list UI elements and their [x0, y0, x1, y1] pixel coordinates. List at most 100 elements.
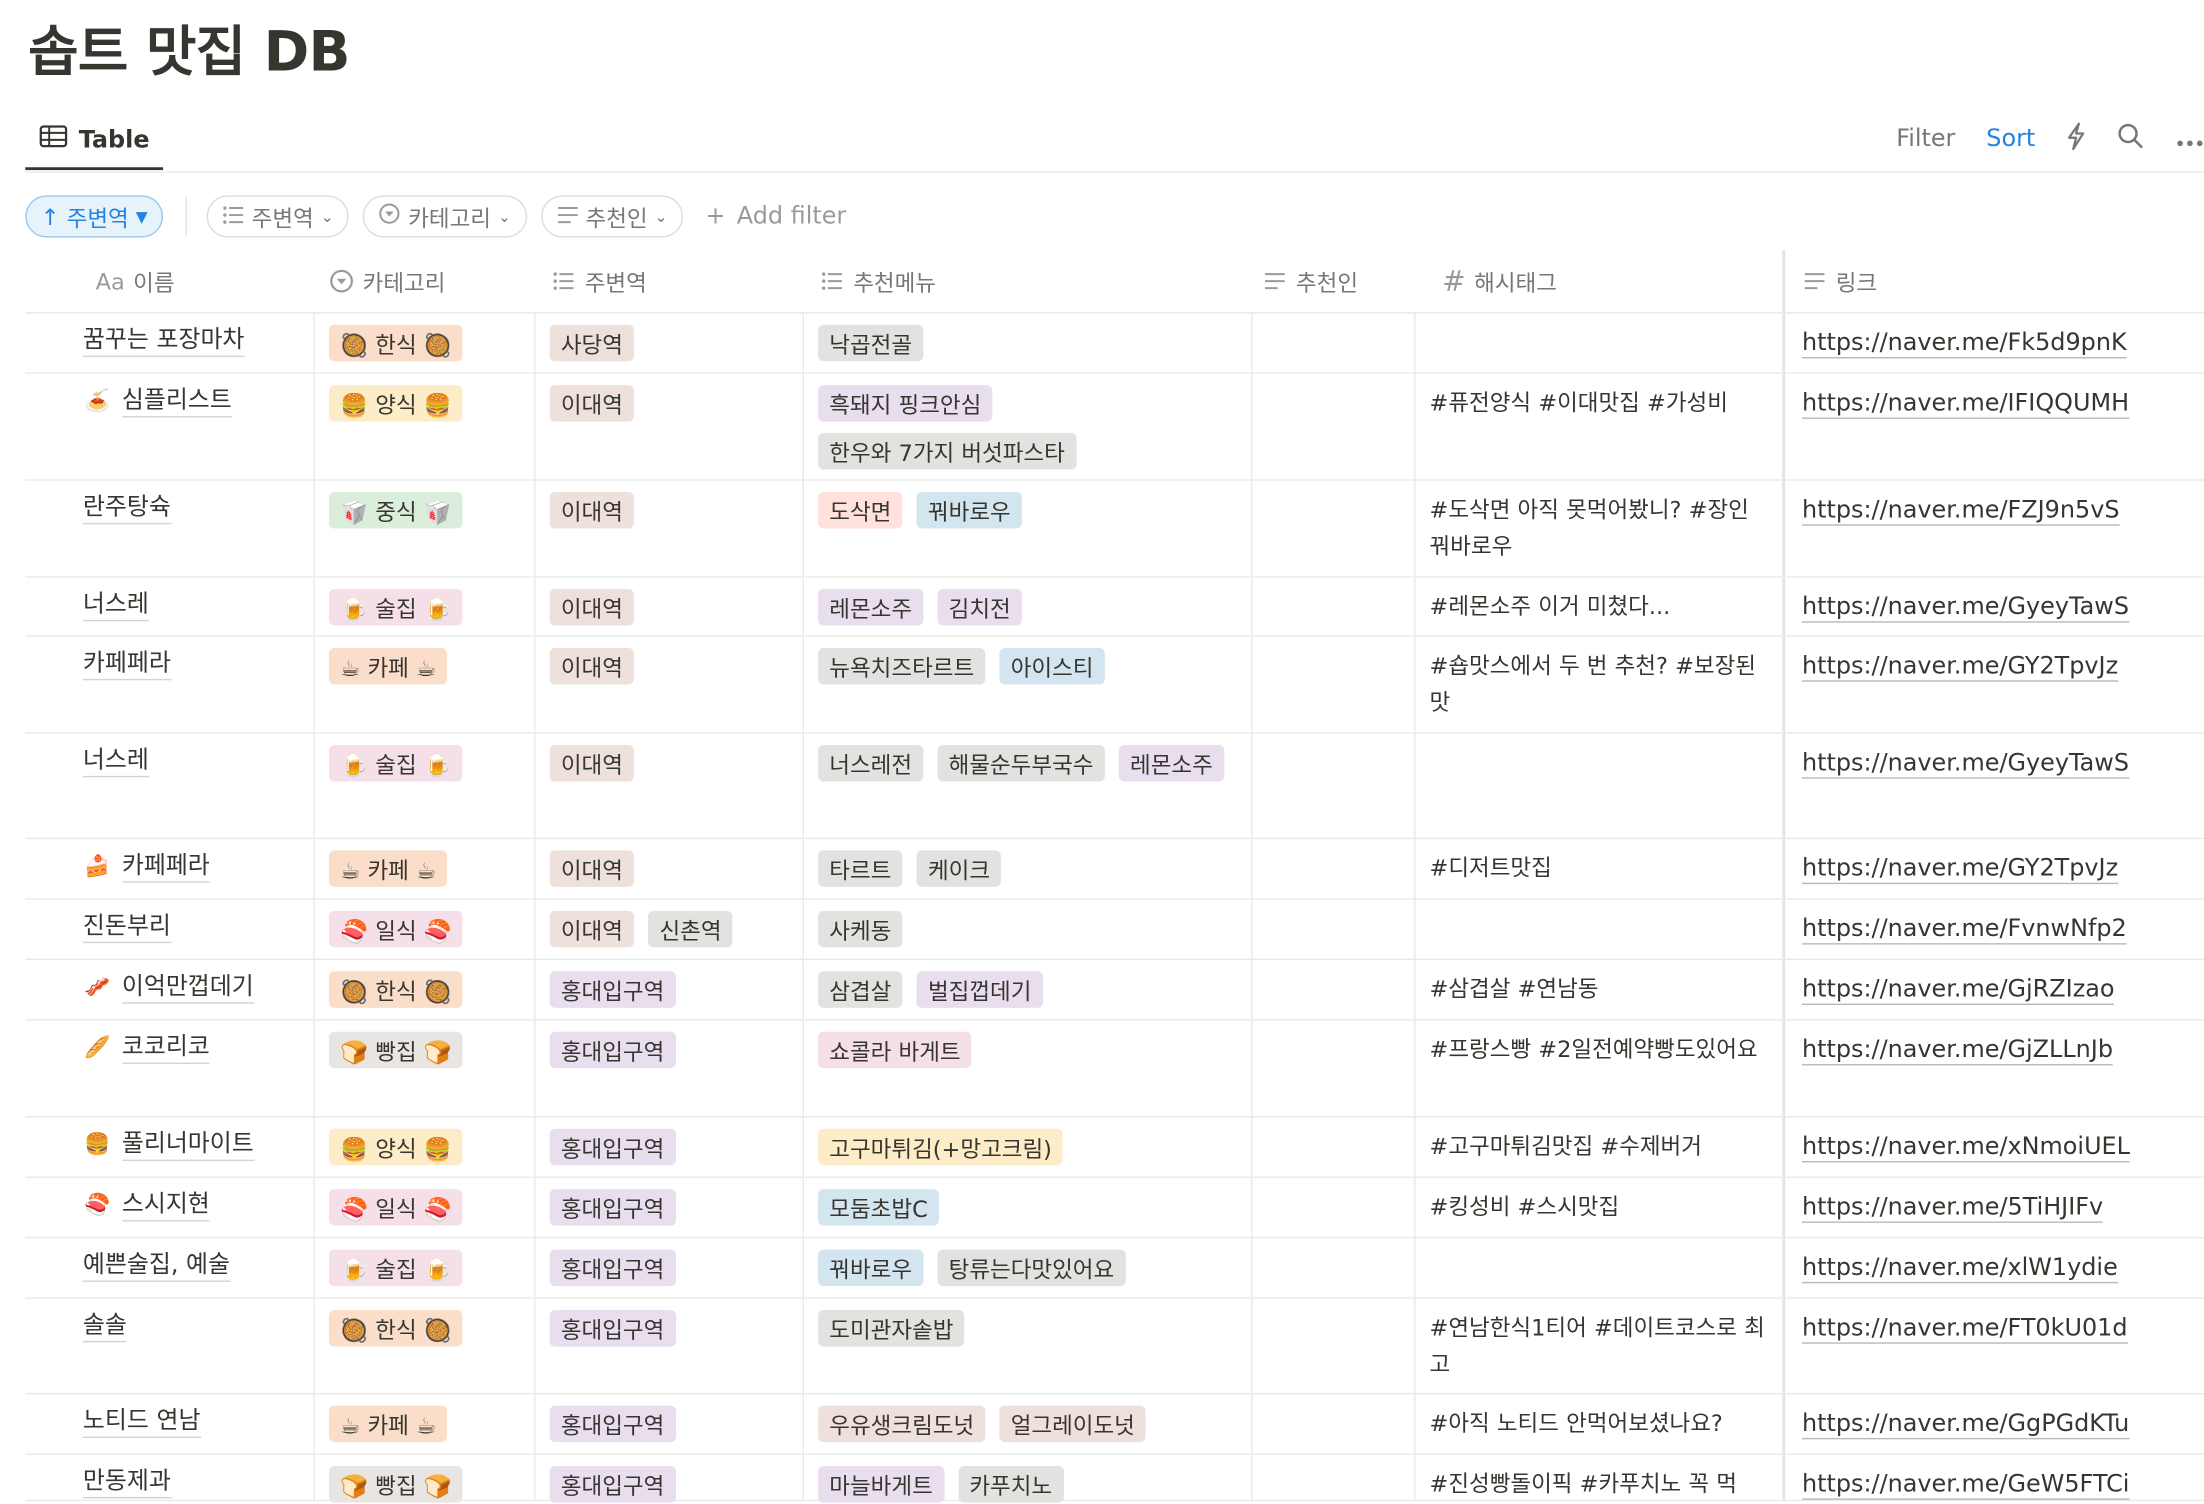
- cell-category[interactable]: ☕ 카페 ☕: [313, 839, 534, 899]
- cell-link[interactable]: https://naver.me/FvnwNfp2: [1782, 899, 2204, 959]
- link-text[interactable]: https://naver.me/Fk5d9pnK: [1801, 328, 2127, 359]
- cell-category[interactable]: 🍣 일식 🍣: [313, 1177, 534, 1237]
- link-text[interactable]: https://naver.me/FT0kU01d: [1801, 1314, 2128, 1344]
- cell-hashtag[interactable]: #퓨전양식 #이대맛집 #가성비: [1414, 373, 1782, 480]
- link-text[interactable]: https://naver.me/xlW1ydie: [1801, 1253, 2118, 1284]
- cell-recommender[interactable]: [1252, 481, 1414, 577]
- cell-link[interactable]: https://naver.me/GY2TpvJz: [1782, 636, 2204, 733]
- filter-chip-station[interactable]: 주변역 ⌄: [206, 195, 350, 238]
- sort-chip[interactable]: ↑ 주변역 ▼: [25, 195, 164, 238]
- row-name[interactable]: 너스레: [82, 746, 149, 778]
- cell-station[interactable]: 사당역: [534, 313, 802, 373]
- cell-category[interactable]: 🍺 술집 🍺: [313, 733, 534, 838]
- cell-link[interactable]: https://naver.me/GgPGdKTu: [1782, 1394, 2204, 1454]
- cell-menu[interactable]: 마늘바게트 카푸치노: [802, 1454, 1253, 1503]
- cell-hashtag[interactable]: #연남한식1티어 #데이트코스로 최고: [1414, 1298, 1782, 1393]
- row-name[interactable]: 진돈부리: [82, 912, 171, 944]
- column-header-station[interactable]: 주변역: [551, 250, 647, 312]
- cell-category[interactable]: 🍞 빵집 🍞: [313, 1454, 534, 1503]
- cell-recommender[interactable]: [1252, 578, 1414, 636]
- tab-table[interactable]: Table: [25, 112, 164, 171]
- cell-link[interactable]: https://naver.me/GY2TpvJz: [1782, 839, 2204, 899]
- cell-recommender[interactable]: [1252, 1117, 1414, 1176]
- row-name[interactable]: 심플리스트: [121, 387, 232, 418]
- cell-recommender[interactable]: [1252, 1178, 1414, 1237]
- row-name[interactable]: 코코리코: [121, 1033, 210, 1065]
- link-text[interactable]: https://naver.me/GyeyTawS: [1801, 593, 2130, 623]
- row-name[interactable]: 카페페라: [82, 649, 171, 681]
- cell-menu[interactable]: 꿔바로우 탕류는다맛있어요: [802, 1238, 1253, 1298]
- cell-menu[interactable]: 레몬소주 김치전: [802, 577, 1253, 636]
- filter-chip-recommender[interactable]: 추천인 ⌄: [540, 195, 684, 238]
- cell-recommender[interactable]: [1252, 1299, 1414, 1393]
- cell-menu[interactable]: 모둠초밥C: [802, 1177, 1253, 1237]
- cell-category[interactable]: ☕ 카페 ☕: [313, 1394, 534, 1454]
- cell-menu[interactable]: 뉴욕치즈타르트 아이스티: [802, 636, 1253, 733]
- cell-station[interactable]: 홍대입구역: [534, 1117, 802, 1177]
- cell-menu[interactable]: 고구마튀김(+망고크림): [802, 1117, 1253, 1177]
- cell-station[interactable]: 이대역: [534, 636, 802, 733]
- cell-link[interactable]: https://naver.me/5TiHJIFv: [1782, 1177, 2204, 1237]
- link-text[interactable]: https://naver.me/GyeyTawS: [1801, 749, 2130, 779]
- cell-station[interactable]: 홍대입구역: [534, 1454, 802, 1503]
- cell-menu[interactable]: 너스레전 해물순두부국수 레몬소주: [802, 733, 1253, 838]
- cell-menu[interactable]: 쇼콜라 바게트: [802, 1020, 1253, 1117]
- cell-station[interactable]: 홍대입구역: [534, 1298, 802, 1393]
- row-name[interactable]: 너스레: [82, 590, 149, 622]
- cell-link[interactable]: https://naver.me/FT0kU01d: [1782, 1298, 2204, 1393]
- cell-station[interactable]: 이대역: [534, 480, 802, 577]
- filter-chip-category[interactable]: 카테고리 ⌄: [363, 195, 527, 238]
- cell-hashtag[interactable]: [1414, 899, 1782, 959]
- cell-link[interactable]: https://naver.me/xNmoiUEL: [1782, 1117, 2204, 1177]
- cell-category[interactable]: 🍔 양식 🍔: [313, 373, 534, 480]
- cell-menu[interactable]: 도미관자솥밥: [802, 1298, 1253, 1393]
- cell-station[interactable]: 이대역: [534, 577, 802, 636]
- cell-link[interactable]: https://naver.me/FZJ9n5vS: [1782, 480, 2204, 577]
- link-text[interactable]: https://naver.me/xNmoiUEL: [1801, 1132, 2130, 1163]
- cell-hashtag[interactable]: #킹성비 #스시맛집: [1414, 1177, 1782, 1237]
- cell-category[interactable]: 🥘 한식 🥘: [313, 1298, 534, 1393]
- cell-link[interactable]: https://naver.me/Fk5d9pnK: [1782, 313, 2204, 373]
- cell-station[interactable]: 홍대입구역: [534, 1020, 802, 1117]
- link-text[interactable]: https://naver.me/GgPGdKTu: [1801, 1409, 2130, 1440]
- cell-category[interactable]: 🍺 술집 🍺: [313, 1238, 534, 1298]
- add-filter-button[interactable]: + Add filter: [697, 202, 847, 230]
- column-header-name[interactable]: Aa 이름: [96, 250, 175, 312]
- search-icon[interactable]: [2117, 122, 2145, 156]
- cell-station[interactable]: 이대역: [534, 733, 802, 838]
- link-text[interactable]: https://naver.me/FvnwNfp2: [1801, 915, 2127, 945]
- cell-hashtag[interactable]: #도삭면 아직 못먹어봤니? #장인 꿔바로우: [1414, 480, 1782, 577]
- cell-station[interactable]: 홍대입구역: [534, 1238, 802, 1298]
- cell-link[interactable]: https://naver.me/GyeyTawS: [1782, 733, 2204, 838]
- cell-hashtag[interactable]: [1414, 1238, 1782, 1298]
- row-name[interactable]: 만동제과: [82, 1467, 171, 1499]
- link-text[interactable]: https://naver.me/IFIQQUMH: [1801, 389, 2130, 419]
- cell-hashtag[interactable]: #레몬소주 이거 미쳤다...: [1414, 577, 1782, 636]
- cell-hashtag[interactable]: #숍맛스에서 두 번 추천? #보장된 맛: [1414, 636, 1782, 733]
- cell-menu[interactable]: 도삭면 꿔바로우: [802, 480, 1253, 577]
- row-name[interactable]: 카페페라: [121, 852, 210, 883]
- cell-station[interactable]: 홍대입구역: [534, 960, 802, 1020]
- row-name[interactable]: 솔솔: [82, 1311, 127, 1343]
- cell-menu[interactable]: 삼겹살 벌집껍데기: [802, 960, 1253, 1020]
- link-text[interactable]: https://naver.me/GjRZIzao: [1801, 975, 2115, 1006]
- row-name[interactable]: 스시지현: [121, 1191, 210, 1222]
- cell-station[interactable]: 홍대입구역: [534, 1177, 802, 1237]
- filter-button[interactable]: Filter: [1896, 125, 1955, 153]
- cell-menu[interactable]: 타르트 케이크: [802, 839, 1253, 899]
- cell-hashtag[interactable]: #삼겹살 #연남동: [1414, 960, 1782, 1020]
- column-header-recommender[interactable]: 추천인: [1262, 250, 1358, 312]
- cell-menu[interactable]: 우유생크림도넛 얼그레이도넛: [802, 1394, 1253, 1454]
- cell-hashtag[interactable]: [1414, 733, 1782, 838]
- more-icon[interactable]: [2176, 126, 2204, 153]
- cell-link[interactable]: https://naver.me/GeW5FTCi: [1782, 1454, 2204, 1500]
- cell-recommender[interactable]: [1252, 839, 1414, 898]
- cell-recommender[interactable]: [1252, 1455, 1414, 1500]
- cell-link[interactable]: https://naver.me/GjRZIzao: [1782, 960, 2204, 1020]
- link-text[interactable]: https://naver.me/GY2TpvJz: [1801, 652, 2119, 682]
- cell-category[interactable]: ☕ 카페 ☕: [313, 636, 534, 733]
- cell-recommender[interactable]: [1252, 900, 1414, 959]
- cell-station[interactable]: 이대역: [534, 373, 802, 480]
- cell-category[interactable]: 🍣 일식 🍣: [313, 899, 534, 959]
- row-name[interactable]: 노티드 연남: [82, 1407, 201, 1438]
